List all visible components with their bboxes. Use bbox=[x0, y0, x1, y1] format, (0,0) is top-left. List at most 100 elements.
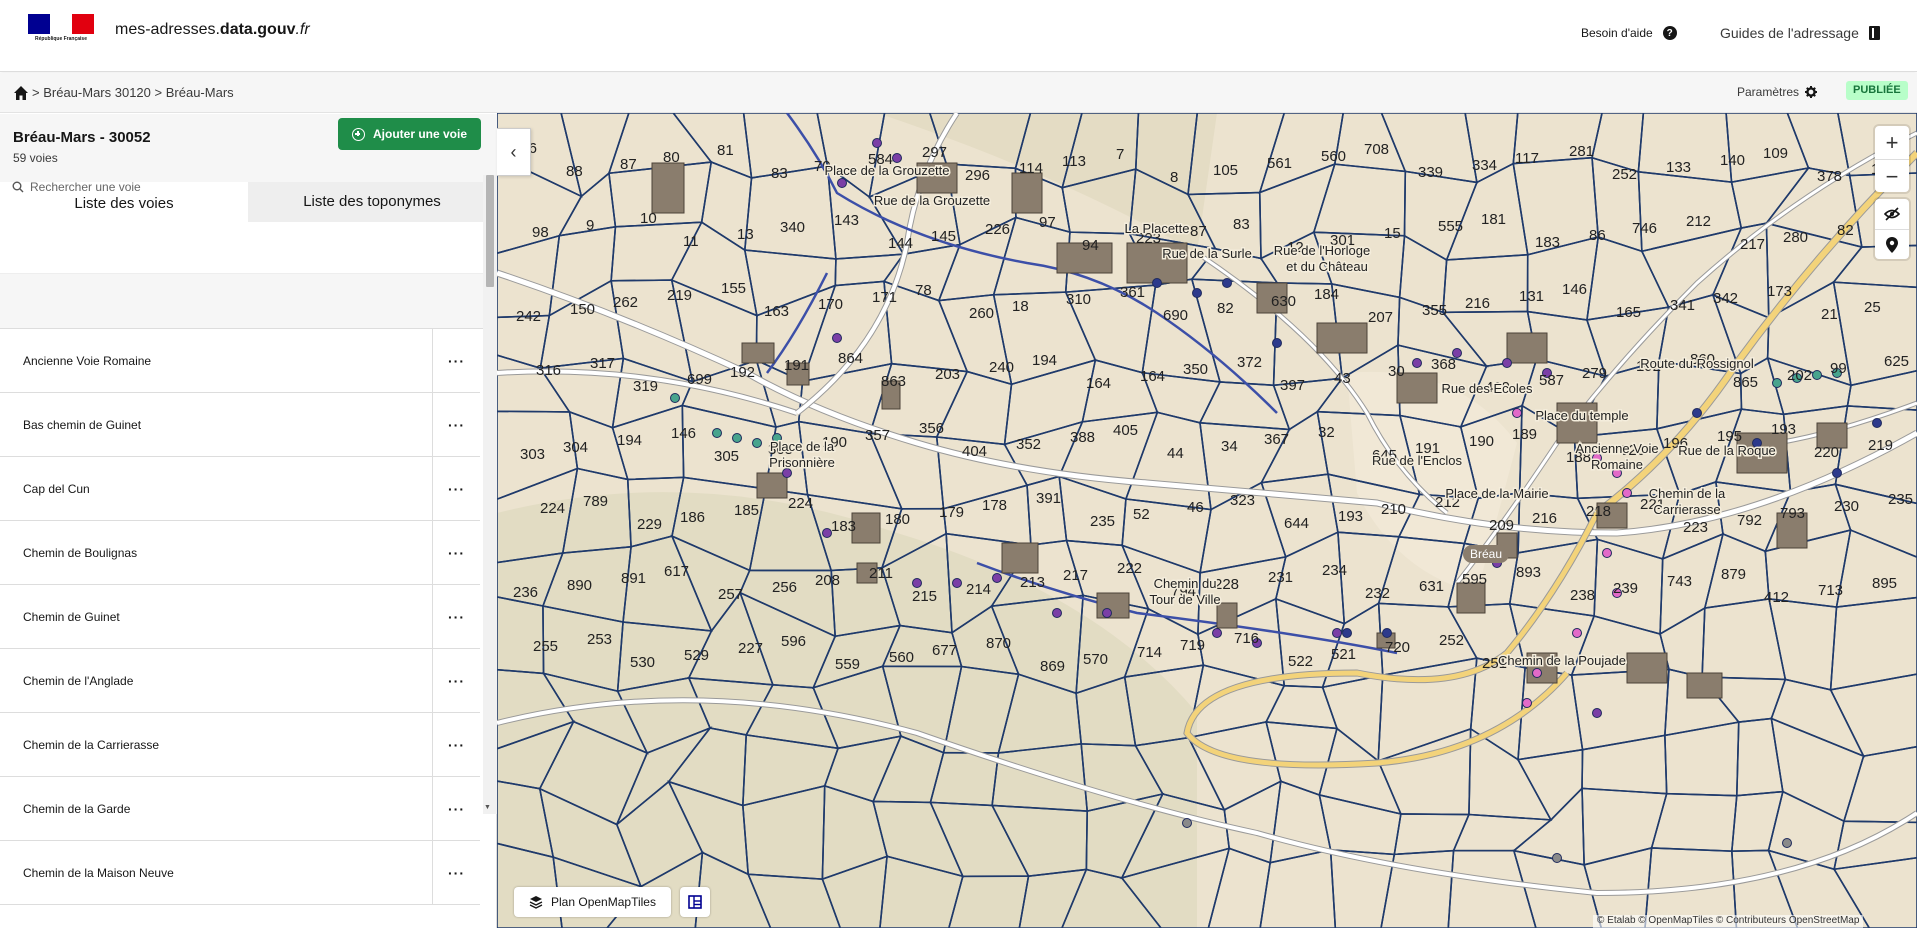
parcel-number-label: 224 bbox=[788, 495, 813, 512]
parcel-number-label: 193 bbox=[1771, 421, 1796, 438]
add-row bbox=[0, 222, 497, 274]
address-point bbox=[1572, 628, 1582, 638]
address-point bbox=[1212, 628, 1222, 638]
collapse-sidebar-button[interactable]: ‹ bbox=[497, 128, 531, 176]
parcel-number-label: 230 bbox=[1834, 498, 1859, 515]
building bbox=[756, 472, 788, 499]
address-point bbox=[837, 178, 847, 188]
address-point bbox=[1872, 418, 1882, 428]
address-point bbox=[1052, 608, 1062, 618]
home-icon[interactable] bbox=[13, 85, 29, 101]
base-style-label: Plan OpenMapTiles bbox=[551, 895, 656, 909]
parcel-number-label: 522 bbox=[1288, 653, 1313, 670]
parcel-number-label: 82 bbox=[1837, 222, 1854, 239]
parcel-number-label: 279 bbox=[1582, 365, 1607, 382]
parcel-number-label: 521 bbox=[1331, 646, 1356, 663]
search-input[interactable] bbox=[30, 175, 470, 199]
parcel-number-label: 193 bbox=[1338, 508, 1363, 525]
base-style-button[interactable]: Plan OpenMapTiles bbox=[514, 887, 671, 917]
more-options-button[interactable]: ··· bbox=[432, 456, 480, 521]
parcel-number-label: 215 bbox=[912, 588, 937, 605]
more-options-button[interactable]: ··· bbox=[432, 520, 480, 585]
more-options-button[interactable]: ··· bbox=[432, 392, 480, 457]
breadcrumb-item-commune[interactable]: Bréau-Mars 30120 bbox=[43, 85, 151, 100]
parcel-number-label: 216 bbox=[1532, 510, 1557, 527]
site-name-link[interactable]: mes-adresses.data.gouv.fr bbox=[115, 21, 310, 39]
scrollbar-thumb[interactable] bbox=[486, 175, 494, 287]
voie-label: Chemin de la Garde bbox=[23, 801, 131, 816]
voie-label: Cap del Cun bbox=[23, 481, 90, 496]
parcel-number-label: 217 bbox=[1063, 567, 1088, 584]
parcel-number-label: 210 bbox=[1381, 501, 1406, 518]
parcel-number-label: 208 bbox=[815, 572, 840, 589]
more-options-button[interactable]: ··· bbox=[432, 584, 480, 649]
address-point bbox=[1412, 358, 1422, 368]
parcel-number-label: 44 bbox=[1167, 445, 1184, 462]
list-item[interactable]: Chemin de la Maison Neuve ··· bbox=[0, 840, 480, 905]
more-options-button[interactable]: ··· bbox=[432, 840, 480, 905]
more-options-button[interactable]: ··· bbox=[432, 712, 480, 777]
map-canvas[interactable]: 5568887808183795842972961141137810556156… bbox=[497, 113, 1917, 928]
address-point bbox=[1192, 288, 1202, 298]
parcel-number-label: 164 bbox=[1140, 368, 1165, 385]
parcel-number-label: 83 bbox=[771, 165, 788, 182]
parcel-number-label: 891 bbox=[621, 570, 646, 587]
building bbox=[1011, 172, 1043, 214]
street-name-label: Place de la bbox=[770, 439, 835, 454]
list-item[interactable]: Chemin de l'Anglade ··· bbox=[0, 648, 480, 713]
help-button[interactable]: Besoin d'aide ? bbox=[1581, 26, 1677, 40]
list-item[interactable]: Chemin de la Carrierasse ··· bbox=[0, 712, 480, 777]
settings-button[interactable]: Paramètres bbox=[1737, 85, 1818, 99]
map[interactable]: 5568887808183795842972961141137810556156… bbox=[497, 113, 1917, 928]
street-name-label: Rue des Ecoles bbox=[1441, 381, 1533, 396]
parcel-number-label: 178 bbox=[982, 497, 1007, 514]
parcel-number-label: 677 bbox=[932, 642, 957, 659]
parcel-number-label: 207 bbox=[1368, 309, 1393, 326]
parcel-number-label: 235 bbox=[1888, 491, 1913, 508]
list-item[interactable]: Bas chemin de Guinet ··· bbox=[0, 392, 480, 457]
list-item[interactable]: Chemin de la Garde ··· bbox=[0, 776, 480, 841]
guides-link[interactable]: Guides de l'adressage bbox=[1720, 25, 1880, 41]
scroll-down-arrow-icon[interactable]: ▼ bbox=[484, 804, 491, 811]
more-options-button[interactable]: ··· bbox=[432, 776, 480, 841]
hide-numbers-button[interactable] bbox=[1875, 199, 1909, 229]
parcel-number-label: 238 bbox=[1570, 587, 1595, 604]
list-item[interactable]: Ancienne Voie Romaine ··· bbox=[0, 329, 480, 393]
parcel-number-label: 323 bbox=[1230, 492, 1255, 509]
parcel-number-label: 9 bbox=[586, 217, 594, 234]
parcel-number-label: 235 bbox=[1090, 513, 1115, 530]
parcel-number-label: 893 bbox=[1516, 564, 1541, 581]
parcel-number-label: 281 bbox=[1569, 143, 1594, 160]
zoom-in-button[interactable]: + bbox=[1875, 126, 1909, 159]
parcel-number-label: 131 bbox=[1519, 288, 1544, 305]
list-item[interactable]: Cap del Cun ··· bbox=[0, 456, 480, 521]
parcel-number-label: 181 bbox=[1481, 211, 1506, 228]
parcel-number-label: 213 bbox=[1020, 574, 1045, 591]
zoom-out-button[interactable]: − bbox=[1875, 159, 1909, 192]
address-point bbox=[1382, 628, 1392, 638]
parcel-number-label: 228 bbox=[1214, 576, 1239, 593]
parcel-number-label: 714 bbox=[1137, 644, 1162, 661]
more-options-button[interactable]: ··· bbox=[432, 329, 480, 393]
sidebar: Bréau-Mars - 30052 59 voies Liste des vo… bbox=[0, 114, 497, 928]
street-name-label: Chemin de la Poujade bbox=[1498, 653, 1626, 668]
cadastre-toggle-button[interactable] bbox=[680, 887, 710, 917]
building bbox=[1626, 652, 1668, 684]
list-item[interactable]: Chemin de Guinet ··· bbox=[0, 584, 480, 649]
parcel-number-label: 81 bbox=[717, 142, 734, 159]
parcel-number-label: 231 bbox=[1268, 569, 1293, 586]
more-options-button[interactable]: ··· bbox=[432, 648, 480, 713]
parcel-number-label: 297 bbox=[922, 144, 947, 161]
parcel-number-label: 21 bbox=[1821, 306, 1838, 323]
parcel-number-label: 194 bbox=[1032, 352, 1057, 369]
question-icon: ? bbox=[1662, 26, 1677, 40]
add-voie-button[interactable]: Ajouter une voie bbox=[338, 118, 481, 150]
street-name-label: Route du Rossignol bbox=[1640, 356, 1754, 371]
parcel-number-label: 30 bbox=[1388, 363, 1405, 380]
parcel-number-label: 863 bbox=[881, 373, 906, 390]
locate-button[interactable] bbox=[1875, 229, 1909, 259]
parcel-number-label: 32 bbox=[1318, 424, 1335, 441]
list-item[interactable]: Chemin de Boulignas ··· bbox=[0, 520, 480, 585]
republique-francaise-logo[interactable]: République Française bbox=[28, 14, 94, 50]
parcel-number-label: 191 bbox=[784, 357, 809, 374]
